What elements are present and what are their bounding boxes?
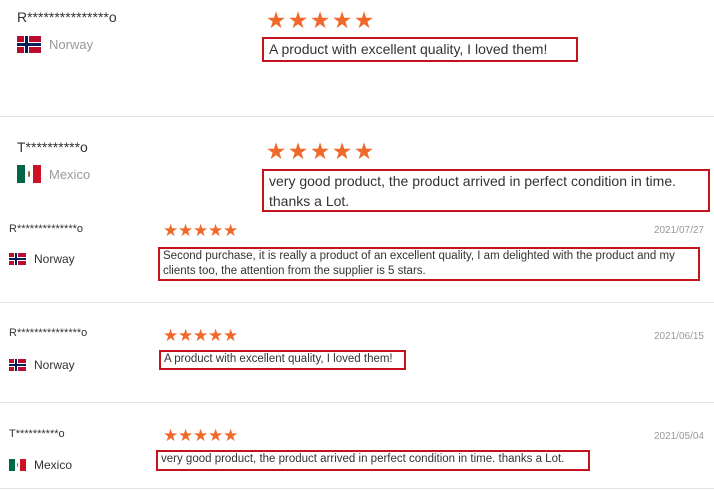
- reviewer-name: T**********o: [17, 139, 88, 155]
- reviewer-country: Mexico: [9, 458, 72, 472]
- star-rating: ★ ★ ★ ★ ★: [265, 140, 375, 163]
- review-comment: A product with excellent quality, I love…: [159, 350, 406, 370]
- star-icon: ★: [193, 221, 209, 240]
- review-card: R***************o Norway ★ ★ ★ ★ ★ 2021/06/1…: [0, 303, 714, 402]
- star-icon: ★: [287, 138, 309, 164]
- reviewer-country: Mexico: [17, 165, 90, 183]
- review-card: T**********o Mexico ★ ★ ★ ★ ★ 2021/05/04 ver…: [0, 403, 714, 489]
- country-label: Mexico: [49, 166, 91, 182]
- star-icon: ★: [178, 426, 194, 445]
- star-icon: ★: [163, 221, 179, 240]
- star-icon: ★: [287, 7, 309, 33]
- star-icon: ★: [193, 326, 209, 345]
- star-icon: ★: [208, 221, 224, 240]
- star-icon: ★: [193, 426, 209, 445]
- review-comment: very good product, the product arrived i…: [262, 169, 710, 212]
- reviewer-country: Norway: [9, 252, 75, 266]
- star-icon: ★: [223, 221, 239, 240]
- mexico-flag-icon: [17, 165, 41, 183]
- star-icon: ★: [223, 326, 239, 345]
- star-icon: ★: [178, 221, 194, 240]
- star-rating: ★ ★ ★ ★ ★: [163, 327, 238, 344]
- star-icon: ★: [163, 326, 179, 345]
- star-icon: ★: [265, 7, 287, 33]
- norway-flag-icon: [17, 36, 41, 53]
- review-comment: A product with excellent quality, I love…: [262, 37, 578, 62]
- country-label: Norway: [34, 252, 75, 266]
- star-icon: ★: [163, 426, 179, 445]
- divider: [0, 488, 714, 489]
- review-card: R***************o Norway ★ ★ ★ ★ ★ A product…: [0, 0, 714, 116]
- star-icon: ★: [178, 326, 194, 345]
- star-icon: ★: [331, 7, 353, 33]
- reviewer-name: R***************o: [17, 9, 117, 25]
- country-label: Norway: [49, 37, 94, 52]
- star-icon: ★: [353, 138, 375, 164]
- norway-flag-icon: [9, 359, 26, 371]
- review-card: R**************o Norway ★ ★ ★ ★ ★ 2021/07/27…: [0, 215, 714, 302]
- review-card: T**********o Mexico ★ ★ ★ ★ ★ very good prod…: [0, 117, 714, 215]
- country-label: Mexico: [34, 458, 73, 472]
- review-date: 2021/05/04: [653, 431, 704, 442]
- norway-flag-icon: [9, 253, 26, 265]
- review-date: 2021/06/15: [653, 331, 704, 342]
- country-label: Norway: [34, 358, 75, 372]
- review-comment: Second purchase, it is really a product …: [158, 247, 700, 281]
- star-icon: ★: [208, 326, 224, 345]
- reviewer-country: Norway: [17, 36, 93, 53]
- reviewer-country: Norway: [9, 358, 75, 372]
- review-date: 2021/07/27: [653, 225, 704, 236]
- star-icon: ★: [309, 138, 331, 164]
- reviewer-name: R***************o: [9, 327, 88, 339]
- star-rating: ★ ★ ★ ★ ★: [163, 222, 238, 239]
- star-icon: ★: [309, 7, 331, 33]
- mexico-flag-icon: [9, 459, 26, 471]
- star-icon: ★: [331, 138, 353, 164]
- star-rating: ★ ★ ★ ★ ★: [265, 9, 375, 32]
- star-icon: ★: [353, 7, 375, 33]
- star-icon: ★: [208, 426, 224, 445]
- reviewer-name: R**************o: [9, 223, 83, 235]
- star-rating: ★ ★ ★ ★ ★: [163, 427, 238, 444]
- star-icon: ★: [265, 138, 287, 164]
- review-comment: very good product, the product arrived i…: [156, 450, 590, 471]
- reviewer-name: T**********o: [9, 428, 65, 440]
- star-icon: ★: [223, 426, 239, 445]
